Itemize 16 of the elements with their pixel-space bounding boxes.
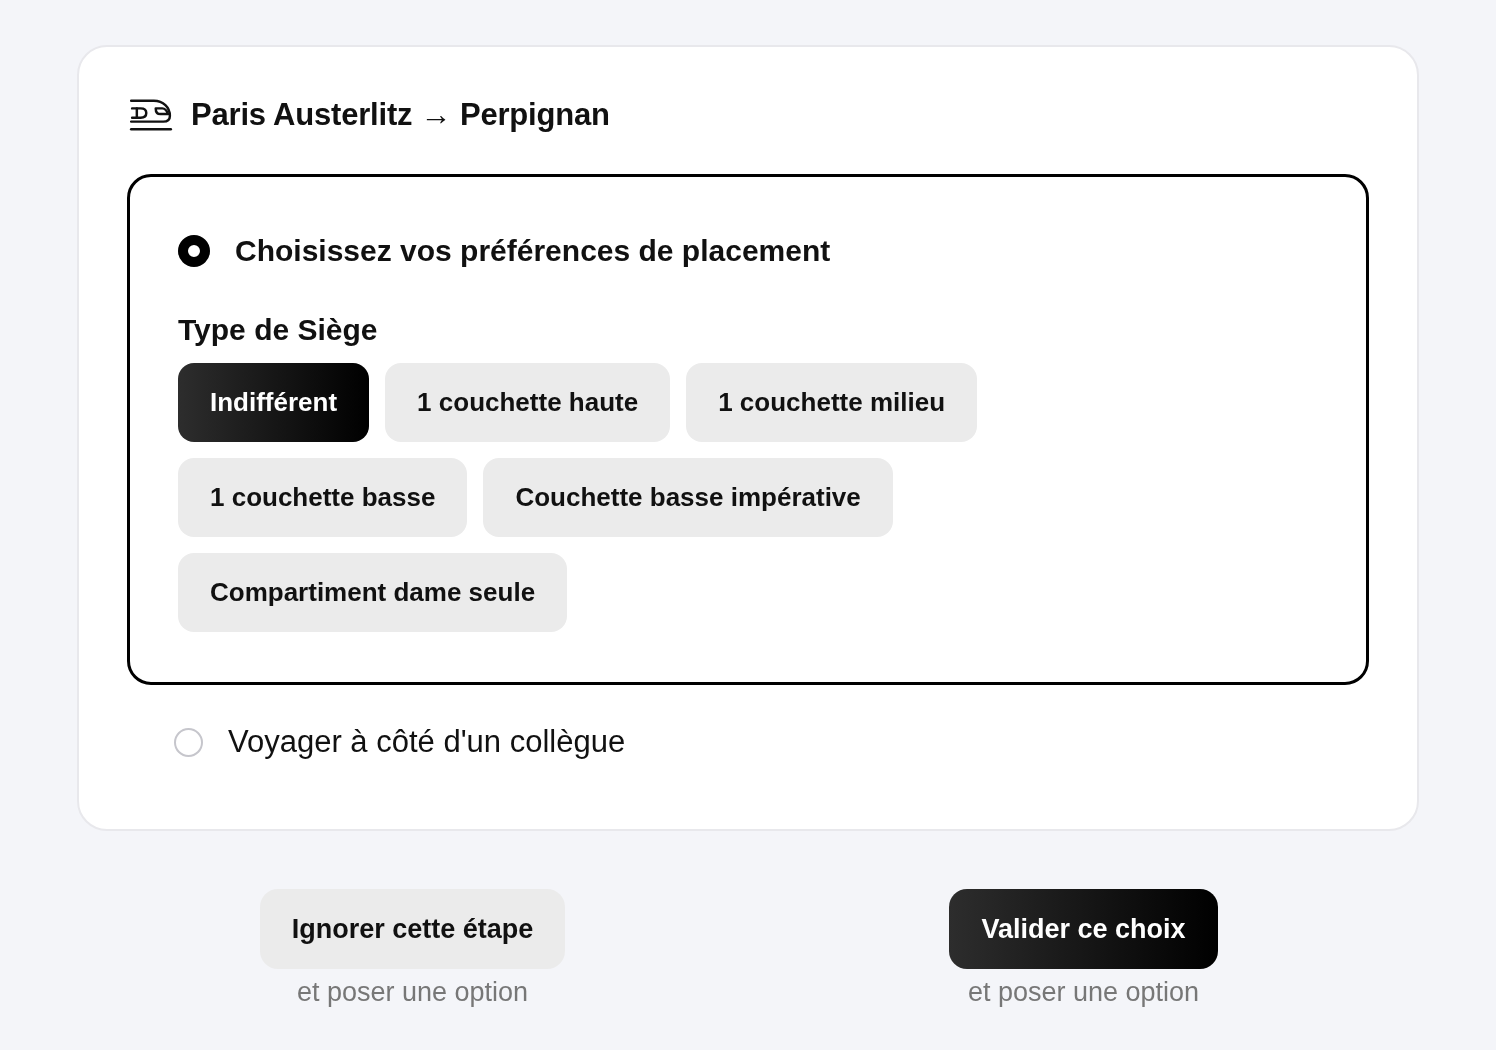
- confirm-button[interactable]: Valider ce choix: [949, 889, 1218, 969]
- route-title: Paris Austerlitz → Perpignan: [191, 97, 610, 133]
- option-label[interactable]: Voyager à côté d'un collègue: [228, 724, 626, 760]
- seat-type-chip[interactable]: Couchette basse impérative: [483, 458, 893, 537]
- skip-button[interactable]: Ignorer cette étape: [259, 889, 566, 969]
- seat-type-chip[interactable]: 1 couchette milieu: [686, 363, 977, 442]
- seat-type-chip[interactable]: 1 couchette basse: [178, 458, 468, 537]
- option-label[interactable]: Choisissez vos préférences de placement: [235, 234, 831, 268]
- button-caption: et poser une option: [967, 977, 1200, 1008]
- seat-type-chip[interactable]: 1 couchette haute: [385, 363, 671, 442]
- seat-type-chip[interactable]: Indifférent: [178, 363, 370, 442]
- radio-button[interactable]: [178, 235, 210, 267]
- section-title: Type de Siège: [178, 313, 379, 347]
- train-icon: [129, 98, 173, 132]
- button-caption: et poser une option: [296, 977, 529, 1008]
- seat-type-chip[interactable]: Compartiment dame seule: [178, 553, 568, 632]
